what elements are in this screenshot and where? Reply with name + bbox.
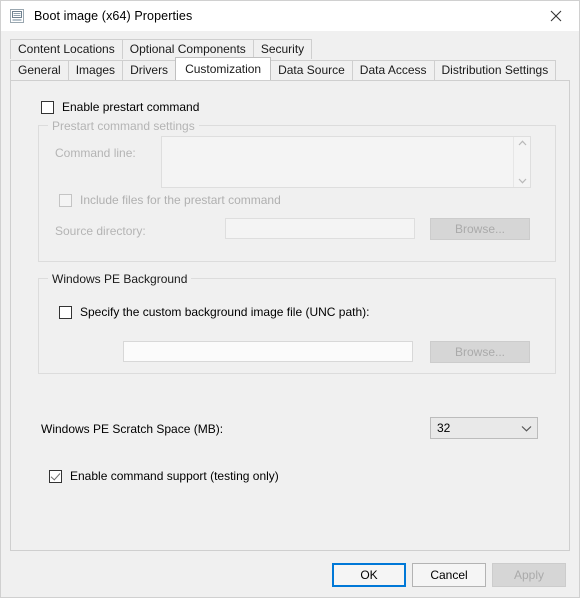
background-browse-button[interactable]: Browse... [430, 341, 530, 363]
scratch-space-label: Windows PE Scratch Space (MB): [41, 422, 224, 436]
properties-dialog: Boot image (x64) Properties Content Loca… [0, 0, 580, 598]
title-bar: Boot image (x64) Properties [1, 1, 579, 31]
customization-panel: Enable prestart command Prestart command… [10, 80, 570, 551]
tab-content-locations[interactable]: Content Locations [10, 39, 123, 59]
enable-command-support-label: Enable command support (testing only) [70, 469, 279, 483]
specify-custom-background-checkbox-row[interactable]: Specify the custom background image file… [59, 305, 369, 319]
chevron-down-icon[interactable] [515, 425, 537, 432]
enable-prestart-command-checkbox[interactable] [41, 100, 54, 114]
prestart-command-settings-title: Prestart command settings [48, 119, 199, 133]
tab-security[interactable]: Security [252, 39, 313, 59]
chevron-down-icon [518, 178, 526, 184]
command-line-label: Command line: [55, 146, 136, 160]
boot-image-icon [9, 8, 25, 24]
tab-row-2: General Images Drivers Customization Dat… [10, 57, 579, 80]
tab-data-access[interactable]: Data Access [351, 60, 435, 80]
scratch-space-value: 32 [437, 421, 451, 435]
close-icon[interactable] [533, 1, 579, 31]
enable-prestart-command-label: Enable prestart command [62, 100, 200, 114]
include-files-label: Include files for the prestart command [80, 193, 281, 207]
source-directory-browse-button[interactable]: Browse... [430, 218, 530, 240]
enable-prestart-command-checkbox-row[interactable]: Enable prestart command [41, 100, 199, 114]
background-path-input[interactable] [123, 341, 413, 362]
windows-pe-background-title: Windows PE Background [48, 272, 192, 286]
command-line-text [162, 137, 513, 187]
dialog-footer: OK Cancel Apply [1, 551, 579, 597]
tab-drivers[interactable]: Drivers [122, 60, 177, 80]
tab-distribution-settings[interactable]: Distribution Settings [433, 60, 557, 80]
tab-images[interactable]: Images [67, 60, 124, 80]
scratch-space-dropdown[interactable]: 32 [430, 417, 538, 439]
command-line-input[interactable] [161, 136, 531, 188]
window-title: Boot image (x64) Properties [34, 9, 193, 23]
tab-optional-components[interactable]: Optional Components [121, 39, 254, 59]
specify-custom-background-label: Specify the custom background image file… [80, 305, 370, 319]
source-directory-label: Source directory: [55, 224, 146, 238]
specify-custom-background-checkbox[interactable] [59, 305, 72, 319]
source-directory-input[interactable] [225, 218, 415, 239]
include-files-checkbox-row[interactable]: Include files for the prestart command [59, 193, 281, 207]
tab-general[interactable]: General [10, 60, 69, 80]
command-line-scroll-arrows[interactable] [513, 137, 530, 187]
chevron-up-icon [518, 140, 526, 146]
cancel-button[interactable]: Cancel [412, 563, 486, 587]
ok-button[interactable]: OK [332, 563, 406, 587]
tab-strip: Content Locations Optional Components Se… [1, 31, 579, 80]
enable-command-support-checkbox[interactable] [49, 469, 62, 483]
apply-button: Apply [492, 563, 566, 587]
tab-customization[interactable]: Customization [175, 57, 272, 80]
include-files-checkbox[interactable] [59, 193, 72, 207]
enable-command-support-checkbox-row[interactable]: Enable command support (testing only) [49, 469, 279, 483]
tab-data-source[interactable]: Data Source [270, 60, 353, 80]
tab-row-1: Content Locations Optional Components Se… [10, 37, 579, 59]
